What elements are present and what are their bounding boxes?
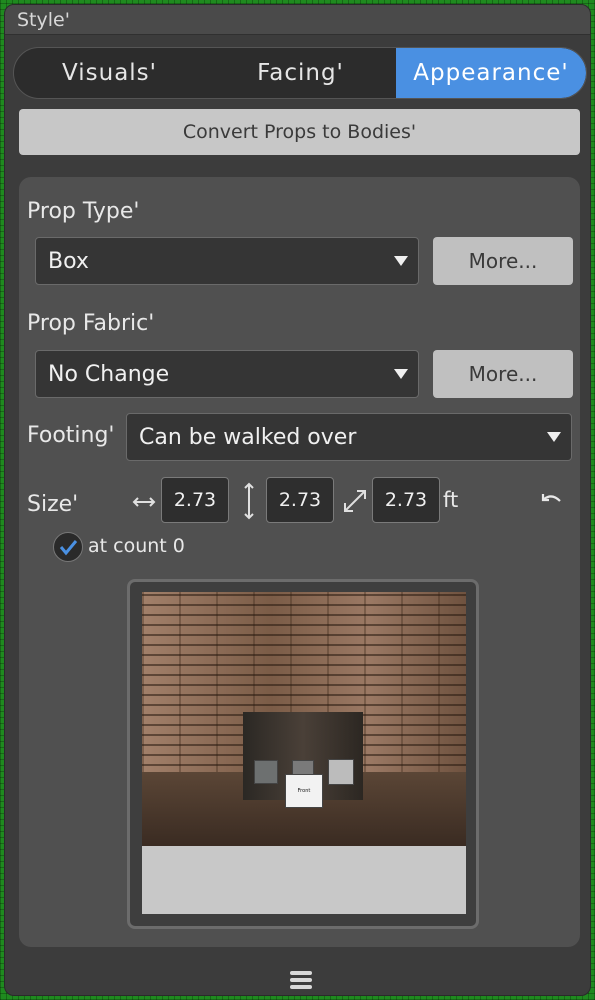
tab-visuals[interactable]: Visuals' xyxy=(14,48,205,98)
prop-type-value: Box xyxy=(48,248,89,274)
tab-bar: Visuals' Facing' Appearance' xyxy=(13,47,587,99)
tab-appearance[interactable]: Appearance' xyxy=(396,48,586,98)
window-title: Style' xyxy=(5,5,590,35)
preview-image: Front xyxy=(142,592,466,914)
size-label: Size' xyxy=(27,492,79,517)
convert-props-button[interactable]: Convert Props to Bodies' xyxy=(19,109,580,155)
size-unit-label: ft xyxy=(443,488,459,512)
prop-type-more-button[interactable]: More... xyxy=(433,237,573,285)
footing-label: Footing' xyxy=(27,423,115,448)
preview-cube xyxy=(328,759,354,785)
diagonal-arrow-icon xyxy=(344,490,366,512)
prop-fabric-dropdown[interactable]: No Change xyxy=(35,350,419,398)
dropdown-arrow-icon xyxy=(394,256,408,266)
size-depth-field[interactable]: 2.73 xyxy=(372,477,440,523)
size-height-field[interactable]: 2.73 xyxy=(266,477,334,523)
drag-handle-icon[interactable] xyxy=(290,971,312,991)
preview-blank-area xyxy=(142,846,466,914)
dropdown-arrow-icon xyxy=(394,369,408,379)
tab-facing[interactable]: Facing' xyxy=(205,48,396,98)
undo-icon[interactable] xyxy=(538,491,564,511)
prop-fabric-label: Prop Fabric' xyxy=(27,311,155,336)
dropdown-arrow-icon xyxy=(547,432,561,442)
preview-cube xyxy=(254,760,278,784)
vertical-arrow-icon xyxy=(244,482,254,520)
appearance-preview: Front xyxy=(127,579,479,929)
checkmark-icon xyxy=(59,540,78,556)
size-width-field[interactable]: 2.73 xyxy=(161,477,229,523)
footing-dropdown[interactable]: Can be walked over xyxy=(126,413,572,461)
at-count-checkbox[interactable] xyxy=(53,532,83,562)
style-window: Style' Visuals' Facing' Appearance' Conv… xyxy=(4,4,591,996)
at-count-label: at count 0 xyxy=(88,535,185,557)
appearance-panel: Prop Type' Box More... Prop Fabric' No C… xyxy=(19,177,580,947)
preview-front-cube: Front xyxy=(285,774,323,808)
prop-type-label: Prop Type' xyxy=(27,199,140,224)
prop-type-dropdown[interactable]: Box xyxy=(35,237,419,285)
footing-value: Can be walked over xyxy=(139,424,357,450)
prop-fabric-value: No Change xyxy=(48,361,170,387)
prop-fabric-more-button[interactable]: More... xyxy=(433,350,573,398)
horizontal-arrow-icon xyxy=(132,497,156,507)
